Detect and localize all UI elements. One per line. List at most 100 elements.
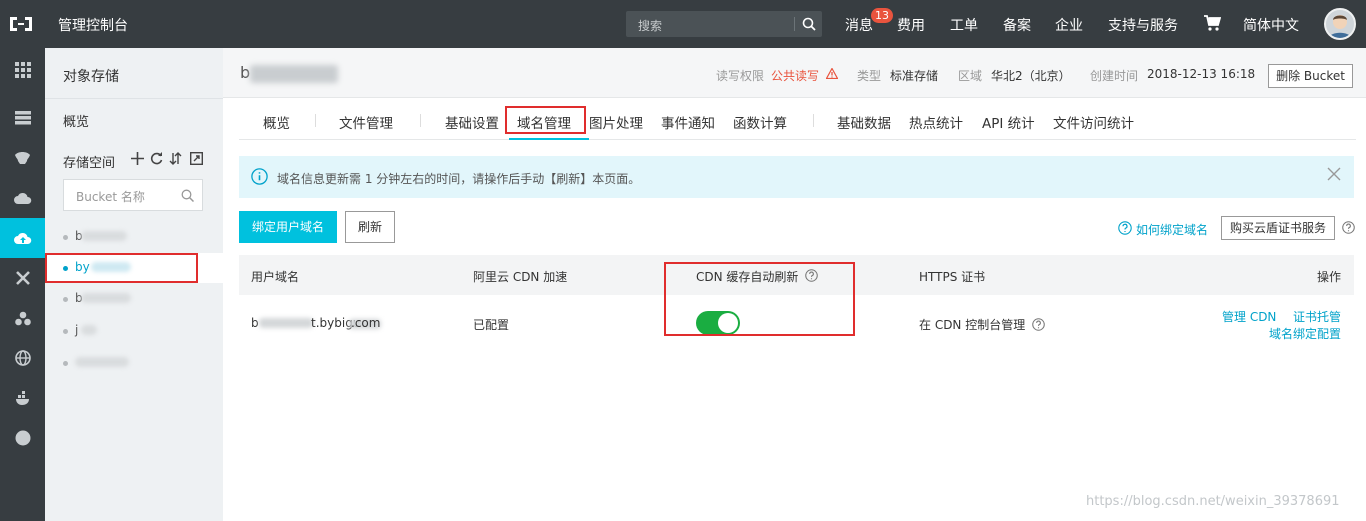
highlight-box-domain-tab xyxy=(505,106,586,134)
close-icon[interactable] xyxy=(1327,167,1341,181)
nav-messages[interactable]: 消息 xyxy=(845,15,873,35)
rail-oss[interactable] xyxy=(0,218,45,258)
buy-cert-button[interactable]: 购买云盾证书服务 xyxy=(1221,216,1335,240)
bucket-list-item[interactable]: b xyxy=(45,284,223,314)
help-circle-icon[interactable] xyxy=(1342,221,1355,234)
how-to-bind-domain-link[interactable]: 如何绑定域名 xyxy=(1136,221,1208,238)
message-count-badge: 13 xyxy=(871,8,893,23)
user-avatar-icon xyxy=(1326,10,1354,38)
sort-icon[interactable] xyxy=(169,152,182,165)
circle-icon xyxy=(15,430,30,446)
redacted-domain-part xyxy=(259,318,313,328)
global-search[interactable]: 搜索 xyxy=(626,11,822,37)
bucket-search-placeholder: Bucket 名称 xyxy=(76,190,145,204)
sidebar-item-overview[interactable]: 概览 xyxy=(63,111,89,130)
server-icon xyxy=(14,111,31,125)
top-bar: 管理控制台 搜索 消息 13 费用 工单 备案 企业 支持与服务 简体中文 xyxy=(0,0,1366,48)
tab-separator xyxy=(315,114,316,127)
bucket-header: b 读写权限 公共读写 类型 标准存储 区域 华北2（北京） 创建时间 2018… xyxy=(223,48,1366,98)
rail-cloud[interactable] xyxy=(0,178,45,218)
sidebar-title: 对象存储 xyxy=(63,69,119,85)
rail-container[interactable] xyxy=(0,378,45,418)
cloud-upload-icon xyxy=(13,232,31,244)
network-icon xyxy=(14,311,31,325)
bucket-dot xyxy=(63,361,68,366)
region-value: 华北2（北京） xyxy=(991,69,1071,83)
refresh-button[interactable]: 刷新 xyxy=(345,211,395,243)
domain-binding-config-link[interactable]: 域名绑定配置 xyxy=(1269,325,1341,342)
bucket-list-item[interactable] xyxy=(45,348,223,378)
acl-value: 公共读写 xyxy=(771,69,820,83)
info-icon xyxy=(251,168,268,185)
cloud-icon xyxy=(13,192,31,204)
help-circle-icon[interactable] xyxy=(1118,221,1132,235)
rail-ecs[interactable] xyxy=(0,98,45,138)
acl-label: 读写权限 xyxy=(716,69,765,83)
search-input[interactable]: 搜索 xyxy=(638,17,662,34)
bucket-list-item[interactable]: j xyxy=(45,316,223,346)
product-rail xyxy=(0,48,45,521)
tab-separator xyxy=(813,114,814,127)
created-label: 创建时间 xyxy=(1090,69,1139,83)
col-cdn-acceleration: 阿里云 CDN 加速 xyxy=(473,270,568,284)
col-user-domain: 用户域名 xyxy=(251,270,300,284)
created-value: 2018-12-13 16:18 xyxy=(1147,67,1256,81)
search-icon[interactable] xyxy=(181,189,194,202)
console-title[interactable]: 管理控制台 xyxy=(58,15,128,35)
search-divider xyxy=(794,17,795,31)
tab-api-stats[interactable]: API 统计 xyxy=(982,112,1035,132)
manage-cdn-link[interactable]: 管理 CDN xyxy=(1222,308,1276,325)
redacted-bucket-title xyxy=(250,65,338,83)
bucket-tabs: 概览 文件管理 基础设置 域名管理 图片处理 事件通知 函数计算 基础数据 热点… xyxy=(239,100,1356,140)
nav-icp-filing[interactable]: 备案 xyxy=(1003,15,1031,35)
cert-hosting-link[interactable]: 证书托管 xyxy=(1293,308,1341,325)
tab-basic-settings[interactable]: 基础设置 xyxy=(445,112,499,132)
rail-rds[interactable] xyxy=(0,138,45,178)
avatar[interactable] xyxy=(1324,8,1356,40)
active-tab-underline xyxy=(509,138,589,140)
rail-more[interactable] xyxy=(0,418,45,458)
rail-cdn[interactable] xyxy=(0,338,45,378)
tab-function-compute[interactable]: 函数计算 xyxy=(733,112,787,132)
tab-file-access-stats[interactable]: 文件访问统计 xyxy=(1053,112,1134,132)
rail-network[interactable] xyxy=(0,298,45,338)
domain-suffix: .com xyxy=(351,316,381,330)
tab-separator xyxy=(420,114,421,127)
buckets-header: 存储空间 xyxy=(63,156,116,171)
aliyun-logo-icon[interactable] xyxy=(8,14,34,34)
add-icon[interactable] xyxy=(131,152,144,165)
oss-sidebar: 对象存储 概览 存储空间 Bucket 名称 b by b j xyxy=(45,48,223,521)
tab-basic-data[interactable]: 基础数据 xyxy=(837,112,891,132)
tab-files[interactable]: 文件管理 xyxy=(339,112,393,132)
tab-overview[interactable]: 概览 xyxy=(263,112,290,132)
bucket-search-input[interactable]: Bucket 名称 xyxy=(63,179,203,211)
help-circle-icon[interactable] xyxy=(1032,318,1045,331)
tab-hotspot-stats[interactable]: 热点统计 xyxy=(909,112,963,132)
bucket-dot xyxy=(63,329,68,334)
region-label: 区域 xyxy=(958,69,983,83)
database-icon xyxy=(15,152,30,164)
redacted-bucket-name xyxy=(75,357,129,367)
redacted-bucket-name xyxy=(81,293,131,303)
nav-support[interactable]: 支持与服务 xyxy=(1108,15,1178,35)
search-icon[interactable] xyxy=(802,17,816,31)
tab-image-processing[interactable]: 图片处理 xyxy=(589,112,643,132)
cart-icon[interactable] xyxy=(1204,15,1221,31)
notice-text: 域名信息更新需 1 分钟左右的时间，请操作后手动【刷新】本页面。 xyxy=(277,172,641,186)
tab-event-notification[interactable]: 事件通知 xyxy=(661,112,715,132)
bind-domain-button[interactable]: 绑定用户域名 xyxy=(239,211,337,243)
rail-tools[interactable] xyxy=(0,258,45,298)
bucket-dot xyxy=(63,235,68,240)
nav-billing[interactable]: 费用 xyxy=(897,15,925,35)
nav-enterprise[interactable]: 企业 xyxy=(1055,15,1083,35)
delete-bucket-button[interactable]: 删除 Bucket xyxy=(1268,64,1353,88)
type-label: 类型 xyxy=(857,69,882,83)
info-notice: 域名信息更新需 1 分钟左右的时间，请操作后手动【刷新】本页面。 xyxy=(239,156,1354,198)
expand-icon[interactable] xyxy=(190,152,203,165)
rail-all-products[interactable] xyxy=(0,50,45,90)
nav-language[interactable]: 简体中文 xyxy=(1243,15,1299,35)
nav-tickets[interactable]: 工单 xyxy=(950,15,978,35)
refresh-icon[interactable] xyxy=(150,152,163,165)
bucket-list-item[interactable]: b xyxy=(45,222,223,252)
col-operations: 操作 xyxy=(1317,270,1342,284)
